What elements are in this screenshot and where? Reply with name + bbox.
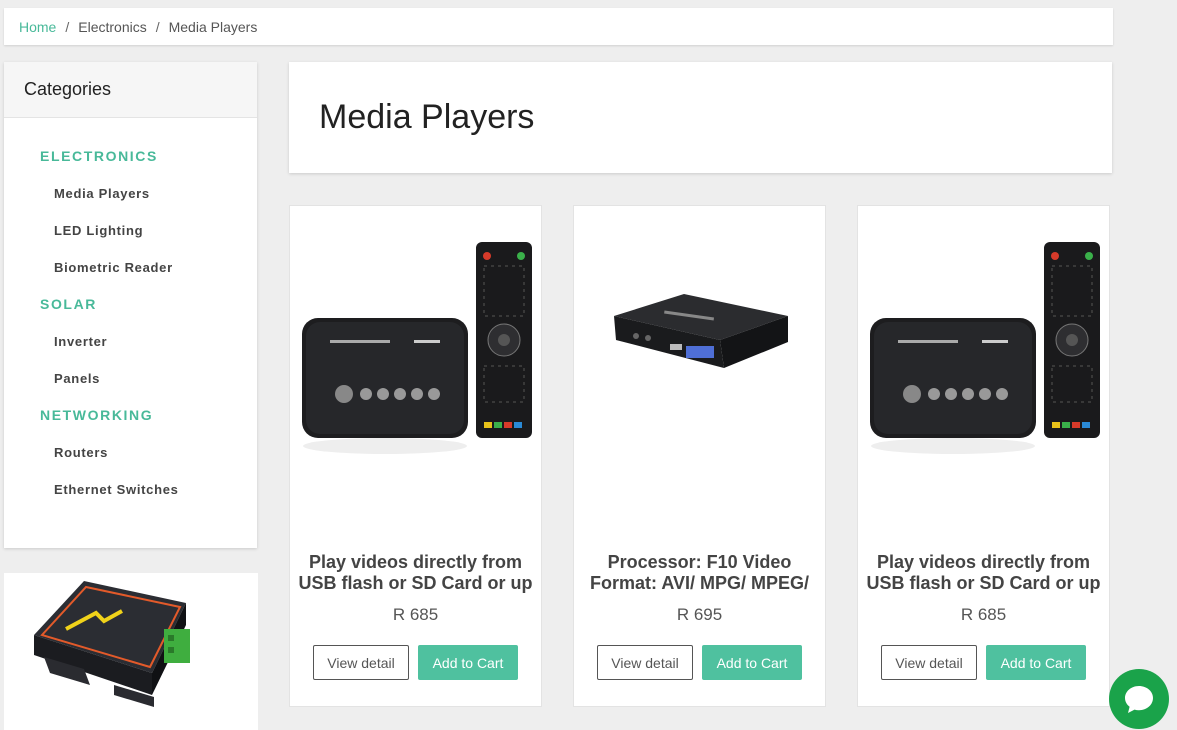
category-biometric-reader[interactable]: Biometric Reader xyxy=(4,249,257,286)
category-solar[interactable]: SOLAR xyxy=(4,286,257,323)
category-networking[interactable]: NETWORKING xyxy=(4,397,257,434)
product-price: R 685 xyxy=(960,605,1007,624)
promo-banner[interactable] xyxy=(4,573,258,730)
product-card: Play videos directly from USB flash or S… xyxy=(289,205,542,707)
page-title: Media Players xyxy=(319,98,535,136)
view-detail-button[interactable]: View detail xyxy=(313,645,409,680)
category-media-players[interactable]: Media Players xyxy=(4,175,257,212)
product-name[interactable]: Play videos directly from USB flash or S… xyxy=(298,552,533,594)
category-led-lighting[interactable]: LED Lighting xyxy=(4,212,257,249)
category-list: ELECTRONICS Media Players LED Lighting B… xyxy=(4,118,257,508)
breadcrumb-home-link[interactable]: Home xyxy=(19,19,56,35)
breadcrumb-electronics-link[interactable]: Electronics xyxy=(78,19,146,35)
breadcrumb-separator: / xyxy=(155,18,160,35)
breadcrumb: Home / Electronics / Media Players xyxy=(4,8,1113,45)
product-card: Processor: F10 Video Format: AVI/ MPG/ M… xyxy=(573,205,826,707)
categories-sidebar: Categories ELECTRONICS Media Players LED… xyxy=(4,62,257,548)
product-name[interactable]: Processor: F10 Video Format: AVI/ MPG/ M… xyxy=(582,552,817,594)
media-player-with-remote-image xyxy=(302,242,532,454)
hd-media-player-box-image xyxy=(614,294,788,368)
category-inverter[interactable]: Inverter xyxy=(4,323,257,360)
view-detail-button[interactable]: View detail xyxy=(597,645,693,680)
category-electronics[interactable]: ELECTRONICS xyxy=(4,138,257,175)
category-ethernet-switches[interactable]: Ethernet Switches xyxy=(4,471,257,508)
ethernet-switch-image xyxy=(34,581,190,707)
categories-title: Categories xyxy=(4,62,257,118)
breadcrumb-separator: / xyxy=(65,18,70,35)
chat-widget-button[interactable] xyxy=(1109,669,1169,729)
breadcrumb-current: Media Players xyxy=(168,18,258,35)
add-to-cart-button[interactable]: Add to Cart xyxy=(986,645,1086,680)
product-price: R 685 xyxy=(392,605,439,624)
media-player-with-remote-image xyxy=(870,242,1100,454)
add-to-cart-button[interactable]: Add to Cart xyxy=(702,645,802,680)
category-panels[interactable]: Panels xyxy=(4,360,257,397)
product-price: R 695 xyxy=(676,605,723,624)
view-detail-button[interactable]: View detail xyxy=(881,645,977,680)
product-actions: View detail Add to Cart xyxy=(290,645,541,680)
page-title-box: Media Players xyxy=(289,62,1112,173)
product-actions: View detail Add to Cart xyxy=(574,645,825,680)
category-routers[interactable]: Routers xyxy=(4,434,257,471)
chat-bubble-icon xyxy=(1125,686,1153,713)
product-name[interactable]: Play videos directly from USB flash or S… xyxy=(866,552,1101,594)
product-card: Play videos directly from USB flash or S… xyxy=(857,205,1110,707)
product-actions: View detail Add to Cart xyxy=(858,645,1109,680)
add-to-cart-button[interactable]: Add to Cart xyxy=(418,645,518,680)
